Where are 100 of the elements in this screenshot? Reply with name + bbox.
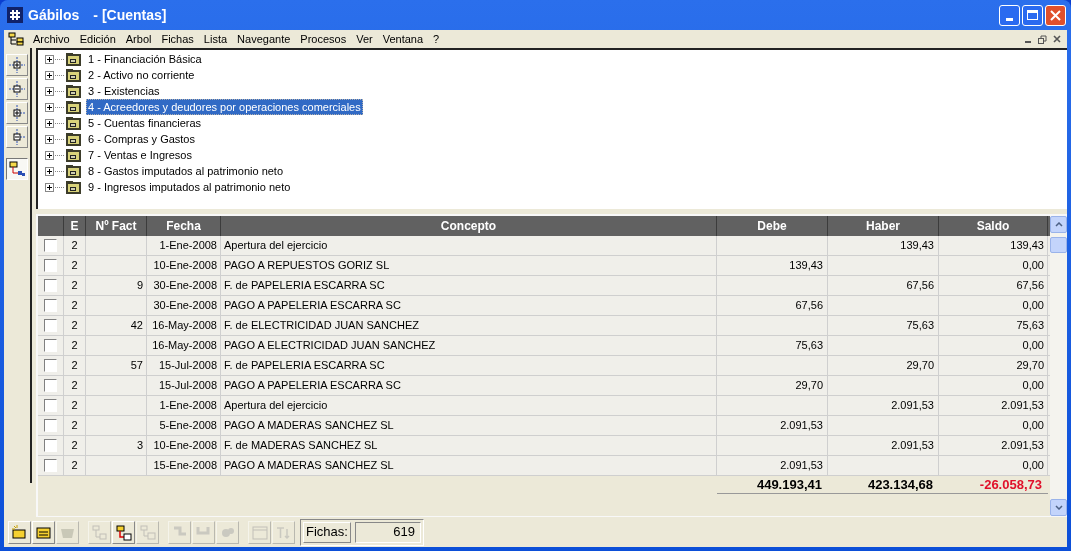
- table-cell-text: 2: [71, 338, 78, 354]
- table-cell-text: 2: [71, 418, 78, 434]
- document-title: - [Cuentas]: [93, 5, 167, 25]
- expand-icon[interactable]: [45, 118, 54, 128]
- table-cell-text: 15-Ene-2008: [153, 458, 217, 474]
- table-cell-text: 2.091,53: [780, 418, 823, 434]
- table-cell-text: 0,00: [1022, 418, 1044, 434]
- expand-icon[interactable]: [45, 150, 54, 160]
- table-cell-text: 1-Ene-2008: [159, 398, 217, 414]
- table-cell-text: 29,70: [795, 378, 823, 394]
- expand-icon[interactable]: [45, 86, 54, 96]
- table-cell-text: 2: [71, 298, 78, 314]
- tree-item[interactable]: 2 - Activo no corriente: [86, 67, 197, 83]
- folder-icon: [65, 83, 82, 99]
- table-cell-text: PAGO A REPUESTOS GORIZ SL: [224, 258, 390, 274]
- table-cell-text: F. de PAPELERIA ESCARRA SC: [224, 358, 385, 374]
- menu-item[interactable]: Procesos: [295, 30, 352, 48]
- menu-item[interactable]: Lista: [198, 30, 233, 48]
- new-folder-icon: [10, 522, 29, 542]
- tree-item[interactable]: 7 - Ventas e Ingresos: [86, 147, 194, 163]
- table-cell-text: 10-Ene-2008: [153, 258, 217, 274]
- table-cell-text: 2.091,53: [780, 458, 823, 474]
- row-checkbox[interactable]: [44, 319, 57, 332]
- row-checkbox[interactable]: [44, 279, 57, 292]
- maximize-button[interactable]: [1022, 4, 1043, 26]
- toolbar-button[interactable]: [6, 158, 28, 180]
- tree-item[interactable]: 9 - Ingresos imputados al patrimonio neto: [86, 179, 293, 195]
- table-cell-text: 2: [71, 458, 78, 474]
- folder-icon: [65, 179, 82, 195]
- table-cell-text: 2.091,53: [891, 398, 934, 414]
- menu-item[interactable]: Ver: [351, 30, 378, 48]
- table-cell-text: 9: [136, 278, 143, 294]
- row-checkbox[interactable]: [44, 299, 57, 312]
- expand-icon[interactable]: [45, 54, 54, 64]
- scroll-up-button[interactable]: [1050, 216, 1067, 233]
- row-checkbox[interactable]: [44, 259, 57, 272]
- menu-item[interactable]: Fichas: [156, 30, 199, 48]
- tree-item[interactable]: 8 - Gastos imputados al patrimonio neto: [86, 163, 286, 179]
- table-move-icon: [138, 522, 157, 542]
- table-cell-text: PAGO A ELECTRICIDAD JUAN SANCHEZ: [224, 338, 436, 354]
- menu-item[interactable]: Arbol: [120, 30, 157, 48]
- table-cell-text: 30-Ene-2008: [153, 278, 217, 294]
- table-cell-text: 0,00: [1022, 338, 1044, 354]
- tree-item[interactable]: 5 - Cuentas financieras: [86, 115, 204, 131]
- row-checkbox[interactable]: [44, 239, 57, 252]
- table-cell-text: 2.091,53: [891, 438, 934, 454]
- table-cell-text: 2: [71, 438, 78, 454]
- records-count: 619: [354, 521, 421, 543]
- folder-move-icon: [114, 522, 133, 542]
- minimize-button[interactable]: [999, 4, 1020, 26]
- close-button[interactable]: [1045, 4, 1066, 26]
- folder-icon: [65, 115, 82, 131]
- menu-item[interactable]: Navegante: [232, 30, 296, 48]
- close-icon[interactable]: [1053, 34, 1061, 43]
- tree-item[interactable]: 1 - Financiación Básica: [86, 51, 204, 67]
- row-checkbox[interactable]: [44, 339, 57, 352]
- close-icon: [1050, 9, 1061, 21]
- tree-icon: [8, 32, 25, 46]
- row-checkbox[interactable]: [44, 439, 57, 452]
- table-cell-text: 5-Ene-2008: [159, 418, 217, 434]
- menu-item[interactable]: Edición: [74, 30, 121, 48]
- table-cell-text: 29,70: [906, 358, 934, 374]
- expand-icon[interactable]: [45, 166, 54, 176]
- row-checkbox[interactable]: [44, 359, 57, 372]
- row-checkbox[interactable]: [44, 399, 57, 412]
- expand-icon[interactable]: [45, 70, 54, 80]
- scroll-thumb[interactable]: [1050, 237, 1067, 253]
- scrollbar[interactable]: [1050, 216, 1067, 516]
- expand-icon[interactable]: [45, 182, 54, 192]
- tree-item[interactable]: 3 - Existencias: [86, 83, 162, 99]
- row-checkbox[interactable]: [44, 379, 57, 392]
- table-cell-text: 2: [71, 358, 78, 374]
- table-cell-text: 2: [71, 278, 78, 294]
- table-cell-text: 75,63: [795, 338, 823, 354]
- table-cell-text: F. de ELECTRICIDAD JUAN SANCHEZ: [224, 318, 419, 334]
- table-cell-text: 0,00: [1022, 378, 1044, 394]
- restore-icon[interactable]: [1038, 34, 1047, 44]
- scroll-down-button[interactable]: [1050, 499, 1067, 516]
- row-checkbox[interactable]: [44, 459, 57, 472]
- expand-icon[interactable]: [45, 134, 54, 144]
- table-cell-text: 2: [71, 238, 78, 254]
- menu-item[interactable]: Ventana: [377, 30, 429, 48]
- menu-item[interactable]: ?: [428, 30, 445, 48]
- table-cell-text: 0,00: [1022, 298, 1044, 314]
- tree-link-icon: [90, 522, 109, 542]
- tree-item[interactable]: 4 - Acreedores y deudores por operaciones comerciales: [86, 99, 363, 115]
- total-value: 423.134,68: [867, 475, 933, 494]
- table-cell-text: 0,00: [1022, 258, 1044, 274]
- table-cell-text: 29,70: [1016, 358, 1044, 374]
- table-cell-text: 2.091,53: [1001, 438, 1044, 454]
- tree-item[interactable]: 6 - Compras y Gastos: [86, 131, 197, 147]
- menu-item[interactable]: Archivo: [28, 30, 75, 48]
- table-cell-text: PAGO A PAPELERIA ESCARRA SC: [224, 298, 401, 314]
- table-cell-text: 30-Ene-2008: [153, 298, 217, 314]
- total-value: -26.058,73: [979, 475, 1042, 494]
- table-cell-text: 10-Ene-2008: [153, 438, 217, 454]
- row-checkbox[interactable]: [44, 419, 57, 432]
- expand-icon[interactable]: [45, 102, 54, 112]
- table-cell-text: 42: [130, 318, 143, 334]
- table-cell-text: 1-Ene-2008: [159, 238, 217, 254]
